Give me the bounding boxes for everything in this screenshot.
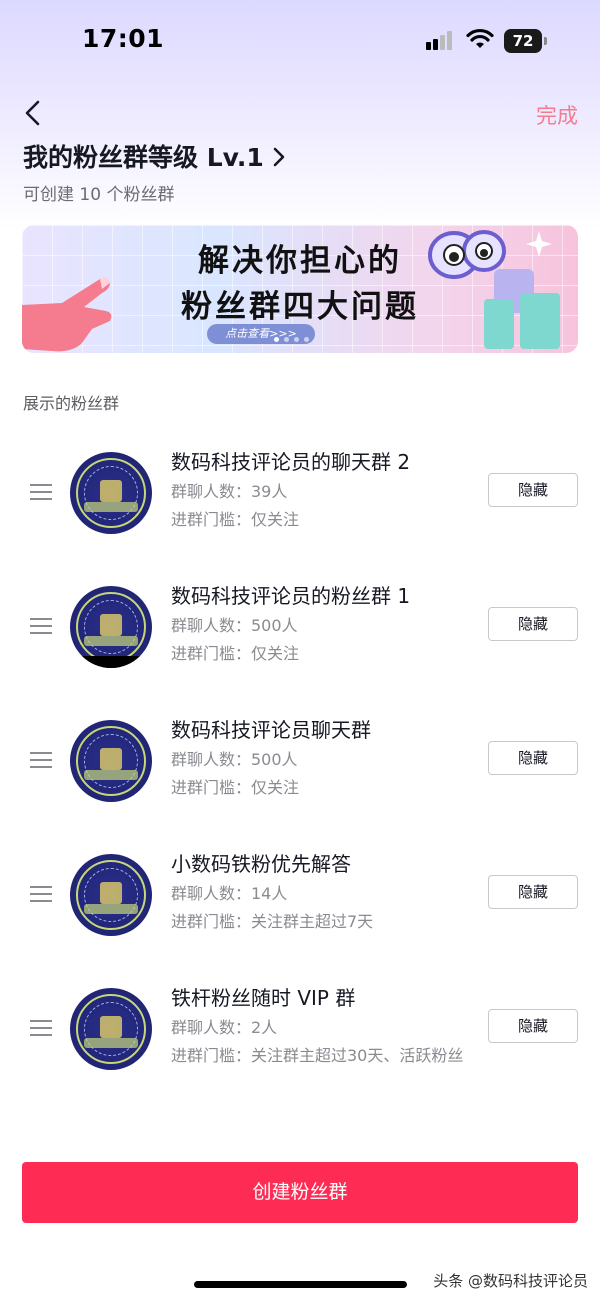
create-quota-text: 可创建 10 个粉丝群 xyxy=(23,185,175,205)
hide-button[interactable]: 隐藏 xyxy=(488,1009,578,1043)
group-avatar xyxy=(70,586,152,668)
group-name: 铁杆粉丝随时 VIP 群 xyxy=(171,986,356,1010)
wifi-icon xyxy=(465,28,495,50)
group-join-threshold: 进群门槛：仅关注 xyxy=(171,644,300,663)
hide-button[interactable]: 隐藏 xyxy=(488,473,578,507)
done-button[interactable]: 完成 xyxy=(536,100,578,130)
group-row[interactable]: 铁杆粉丝随时 VIP 群 群聊人数：2人 进群门槛：关注群主超过30天、活跃粉丝… xyxy=(0,982,600,1112)
group-join-threshold: 进群门槛：仅关注 xyxy=(171,510,300,529)
drag-handle-icon[interactable] xyxy=(30,1020,52,1036)
level-title-text: 我的粉丝群等级 Lv.1 xyxy=(23,143,264,172)
group-name: 数码科技评论员的粉丝群 1 xyxy=(171,584,411,608)
create-group-button[interactable]: 创建粉丝群 xyxy=(22,1162,578,1223)
binoculars-illustration-icon xyxy=(428,230,560,349)
battery-level: 72 xyxy=(504,29,542,53)
group-member-count: 群聊人数：2人 xyxy=(171,1018,278,1037)
drag-handle-icon[interactable] xyxy=(30,886,52,902)
group-join-threshold: 进群门槛：关注群主超过30天、活跃粉丝 xyxy=(171,1046,464,1065)
watermark-text: 头条 @数码科技评论员 xyxy=(433,1272,588,1290)
promo-banner[interactable]: 解决你担心的 粉丝群四大问题 点击查看>>> xyxy=(22,225,578,353)
group-avatar xyxy=(70,452,152,534)
group-member-count: 群聊人数：39人 xyxy=(171,482,288,501)
banner-pagination xyxy=(274,337,309,342)
group-name: 数码科技评论员的聊天群 2 xyxy=(171,450,411,474)
group-row[interactable]: 数码科技评论员的粉丝群 1 群聊人数：500人 进群门槛：仅关注 隐藏 xyxy=(0,580,600,710)
group-avatar xyxy=(70,988,152,1070)
group-join-threshold: 进群门槛：关注群主超过7天 xyxy=(171,912,374,931)
group-join-threshold: 进群门槛：仅关注 xyxy=(171,778,300,797)
battery-icon: 72 xyxy=(504,29,548,53)
status-time: 17:01 xyxy=(82,24,165,53)
group-avatar xyxy=(70,854,152,936)
back-chevron-icon[interactable] xyxy=(20,98,48,128)
group-row[interactable]: 小数码铁粉优先解答 群聊人数：14人 进群门槛：关注群主超过7天 隐藏 xyxy=(0,848,600,978)
drag-handle-icon[interactable] xyxy=(30,752,52,768)
signal-icon xyxy=(426,30,456,50)
group-avatar xyxy=(70,720,152,802)
group-row[interactable]: 数码科技评论员聊天群 群聊人数：500人 进群门槛：仅关注 隐藏 xyxy=(0,714,600,844)
drag-handle-icon[interactable] xyxy=(30,484,52,500)
group-name: 小数码铁粉优先解答 xyxy=(171,852,351,876)
group-member-count: 群聊人数：500人 xyxy=(171,750,298,769)
hide-button[interactable]: 隐藏 xyxy=(488,875,578,909)
drag-handle-icon[interactable] xyxy=(30,618,52,634)
hide-button[interactable]: 隐藏 xyxy=(488,741,578,775)
group-member-count: 群聊人数：14人 xyxy=(171,884,288,903)
home-indicator[interactable] xyxy=(194,1281,407,1288)
group-name: 数码科技评论员聊天群 xyxy=(171,718,371,742)
group-row[interactable]: 数码科技评论员的聊天群 2 群聊人数：39人 进群门槛：仅关注 隐藏 xyxy=(0,446,600,576)
chevron-right-icon xyxy=(273,147,285,167)
hide-button[interactable]: 隐藏 xyxy=(488,607,578,641)
section-label: 展示的粉丝群 xyxy=(23,394,120,413)
group-member-count: 群聊人数：500人 xyxy=(171,616,298,635)
level-title[interactable]: 我的粉丝群等级 Lv.1 xyxy=(23,138,286,174)
